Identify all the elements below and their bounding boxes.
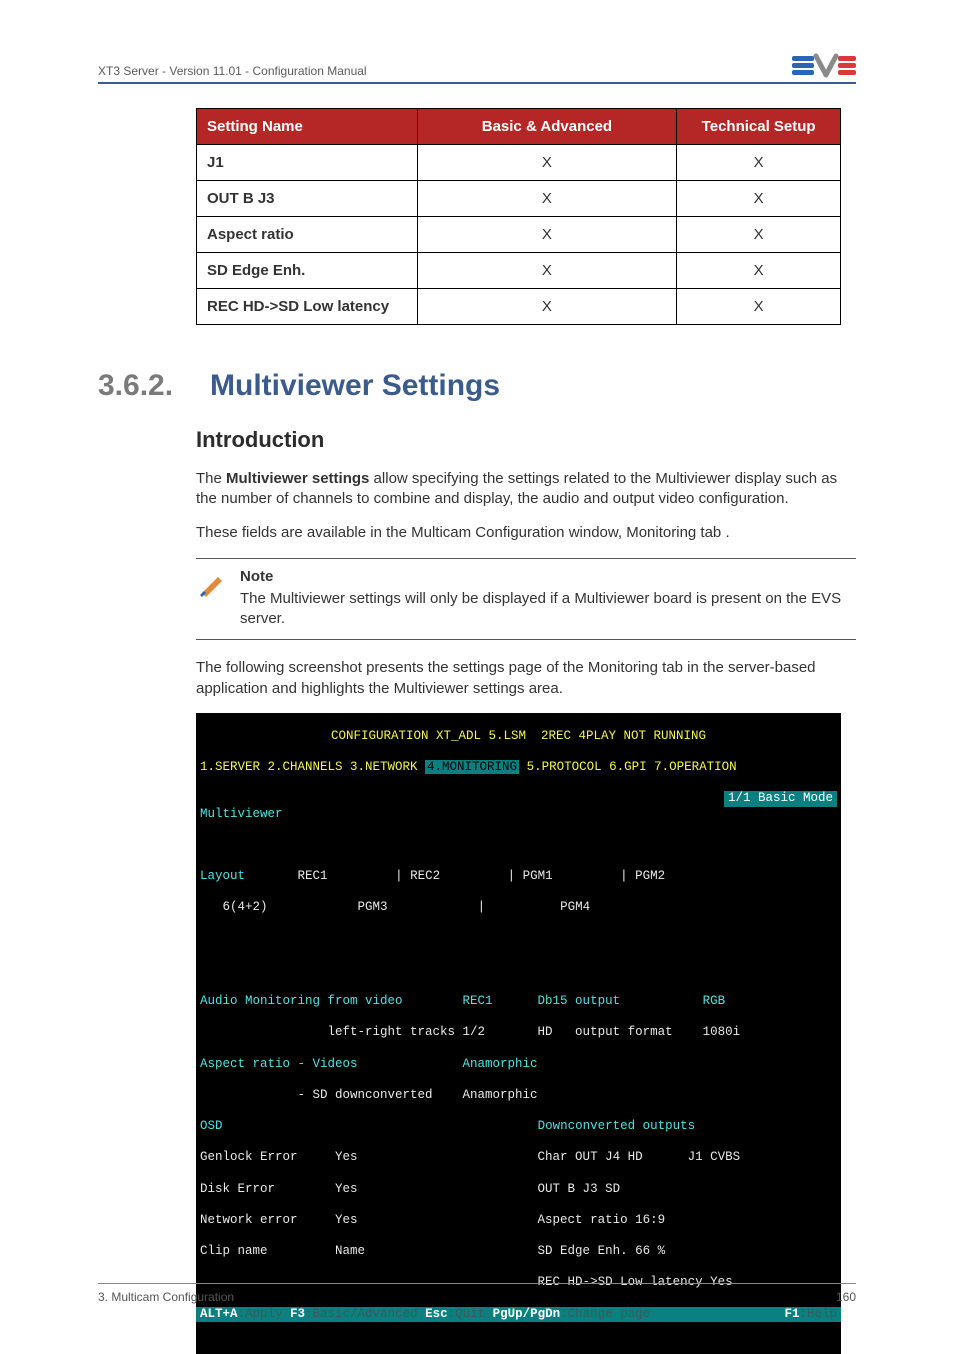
intro-para-1b: Multiviewer settings: [226, 470, 369, 487]
term-menu-pre: 1.SERVER 2.CHANNELS 3.NETWORK: [200, 760, 425, 774]
term-osd-row: Genlock Error Yes Char OUT J4 HD J1 CVBS: [196, 1150, 841, 1166]
bb-quit: :Quit: [448, 1307, 493, 1321]
section-heading: 3.6.2. Multiviewer Settings: [98, 369, 856, 403]
settings-table: Setting Name Basic & Advanced Technical …: [196, 108, 841, 325]
bb-basic: :Basic/Advanced: [305, 1307, 425, 1321]
page-header: XT3 Server - Version 11.01 - Configurati…: [98, 52, 856, 84]
term-rec2: | REC2: [395, 869, 440, 883]
term-aspect-line: Aspect ratio - Videos Anamorphic: [196, 1057, 841, 1073]
term-down-label: Downconverted outputs: [538, 1119, 696, 1133]
term-pgm1: | PGM1: [508, 869, 553, 883]
intro-para-2: These fields are available in the Multic…: [196, 523, 856, 543]
bb-apply: :Apply: [238, 1307, 291, 1321]
bb-f3: F3: [290, 1307, 305, 1321]
table-row: OUT B J3 X X: [197, 181, 841, 217]
cell-ts: X: [677, 145, 841, 181]
cell-ts: X: [677, 289, 841, 325]
term-rec1: REC1: [298, 869, 328, 883]
cell-ts: X: [677, 217, 841, 253]
col-setting-name: Setting Name: [197, 109, 418, 145]
bb-pgup: PgUp/PgDn: [493, 1307, 561, 1321]
bb-change: :Change page: [560, 1307, 650, 1321]
note-icon: [196, 567, 228, 630]
footer-left: 3. Multicam Configuration: [98, 1290, 234, 1304]
term-menu-post: 5.PROTOCOL 6.GPI 7.OPERATION: [519, 760, 737, 774]
term-pgm4: PGM4: [560, 900, 590, 914]
terminal-screenshot: CONFIGURATION XT_ADL 5.LSM 2REC 4PLAY NO…: [196, 713, 841, 1354]
intro-para-1a: The: [196, 470, 226, 487]
note-text: The Multiviewer settings will only be di…: [240, 589, 850, 630]
term-section-row: Multiviewer: [196, 807, 841, 823]
cell-ba: X: [417, 289, 677, 325]
intro-para-3: The following screenshot presents the se…: [196, 658, 856, 699]
table-row: SD Edge Enh. X X: [197, 253, 841, 289]
bb-help: :Help: [799, 1307, 837, 1321]
col-technical-setup: Technical Setup: [677, 109, 841, 145]
term-audio-line2: left-right tracks 1/2 HD output format 1…: [196, 1025, 841, 1041]
cell-name: OUT B J3: [197, 181, 418, 217]
section-number: 3.6.2.: [98, 369, 210, 403]
table-header-row: Setting Name Basic & Advanced Technical …: [197, 109, 841, 145]
bb-f1: F1: [784, 1307, 799, 1321]
term-aspect-line2: - SD downconverted Anamorphic: [196, 1088, 841, 1104]
cell-name: REC HD->SD Low latency: [197, 289, 418, 325]
section-title: Multiviewer Settings: [210, 369, 500, 403]
term-menu: 1.SERVER 2.CHANNELS 3.NETWORK 4.MONITORI…: [196, 760, 841, 776]
evs-logo-icon: [792, 52, 856, 78]
cell-ba: X: [417, 145, 677, 181]
term-layout-val: 6(4+2): [223, 900, 268, 914]
doc-title: XT3 Server - Version 11.01 - Configurati…: [98, 64, 367, 78]
introduction-heading: Introduction: [196, 425, 856, 455]
term-layout-row2: 6(4+2) PGM3 | PGM4: [196, 900, 841, 916]
col-basic-advanced: Basic & Advanced: [417, 109, 677, 145]
bb-alt-a: ALT+A: [200, 1307, 238, 1321]
term-pgm3: PGM3: [358, 900, 388, 914]
term-section-label: Multiviewer: [200, 807, 283, 821]
term-blank: [196, 932, 841, 948]
page-footer: 3. Multicam Configuration 160: [98, 1283, 856, 1304]
term-layout-row: Layout REC1 | REC2 | PGM1 | PGM2: [196, 869, 841, 885]
term-osd-row: Clip name Name SD Edge Enh. 66 %: [196, 1244, 841, 1260]
term-bottom-bar: ALT+A:Apply F3:Basic/Advanced Esc:Quit P…: [196, 1307, 841, 1323]
term-menu-selected: 4.MONITORING: [425, 760, 519, 774]
term-osd-label: OSD: [200, 1119, 223, 1133]
cell-ts: X: [677, 181, 841, 217]
term-osd-row: Network error Yes Aspect ratio 16:9: [196, 1213, 841, 1229]
cell-ba: X: [417, 253, 677, 289]
cell-ba: X: [417, 217, 677, 253]
term-osd-row: Disk Error Yes OUT B J3 SD: [196, 1182, 841, 1198]
footer-page-number: 160: [836, 1290, 856, 1304]
term-blank: [196, 963, 841, 979]
evs-logo: [792, 52, 856, 78]
table-row: Aspect ratio X X: [197, 217, 841, 253]
term-audio-line: Audio Monitoring from video REC1 Db15 ou…: [196, 994, 841, 1010]
table-row: J1 X X: [197, 145, 841, 181]
cell-ts: X: [677, 253, 841, 289]
cell-name: SD Edge Enh.: [197, 253, 418, 289]
term-layout-label: Layout: [200, 869, 245, 883]
term-osd-header: OSD Downconverted outputs: [196, 1119, 841, 1135]
table-row: REC HD->SD Low latency X X: [197, 289, 841, 325]
intro-para-1: The Multiviewer settings allow specifyin…: [196, 469, 856, 510]
note-title: Note: [240, 567, 850, 587]
cell-name: Aspect ratio: [197, 217, 418, 253]
bb-esc: Esc: [425, 1307, 448, 1321]
cell-ba: X: [417, 181, 677, 217]
note-box: Note The Multiviewer settings will only …: [196, 558, 856, 641]
term-blank: [196, 838, 841, 854]
cell-name: J1: [197, 145, 418, 181]
term-title: CONFIGURATION XT_ADL 5.LSM 2REC 4PLAY NO…: [196, 729, 841, 745]
term-mode: 1/1 Basic Mode: [724, 791, 837, 807]
term-pgm2: | PGM2: [620, 869, 665, 883]
